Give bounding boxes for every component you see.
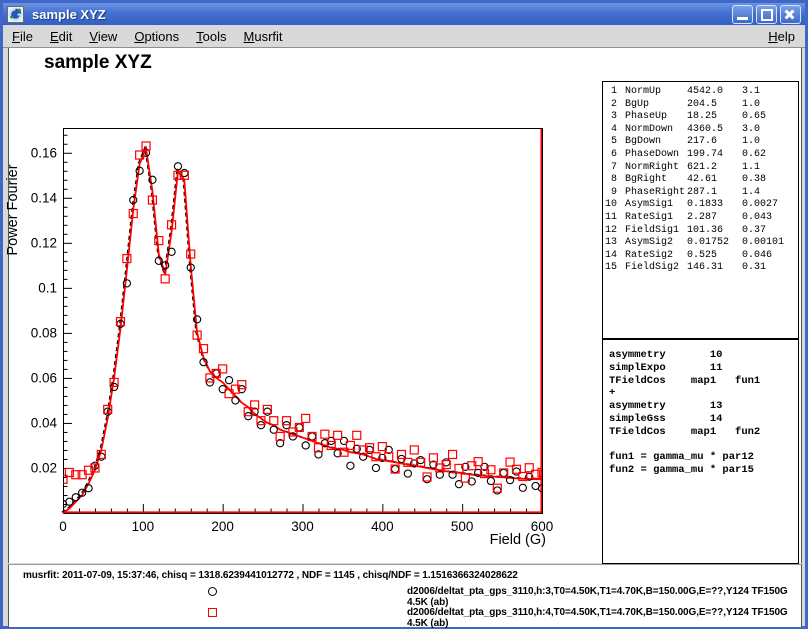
maximize-icon: [761, 9, 773, 21]
title-bar[interactable]: sample XYZ: [3, 3, 805, 25]
param-row-BgDown: 5BgDown217.61.0: [603, 136, 798, 149]
param-row-RateSig2: 14RateSig20.5250.046: [603, 250, 798, 263]
param-row-PhaseUp: 3PhaseUp18.250.65: [603, 111, 798, 124]
menu-item-help[interactable]: Help: [768, 29, 795, 44]
window-title: sample XYZ: [32, 7, 106, 22]
menu-item-options[interactable]: Options: [134, 29, 179, 44]
theory-line: simpleGss 14: [609, 413, 798, 426]
param-row-PhaseRight: 9PhaseRight287.11.4: [603, 187, 798, 200]
param-row-FieldSig2: 15FieldSig2146.310.31: [603, 262, 798, 275]
close-button[interactable]: [780, 5, 801, 24]
legend-square-icon: [208, 608, 217, 617]
theory-line: fun2 = gamma_mu * par15: [609, 464, 798, 477]
status-line: musrfit: 2011-07-09, 15:37:46, chisq = 1…: [23, 570, 518, 581]
param-row-NormDown: 4NormDown4360.53.0: [603, 124, 798, 137]
minimize-icon: [737, 17, 748, 20]
menu-items: File Edit View Options Tools Musrfit: [3, 29, 283, 44]
theory-lines: asymmetry 10simplExpo 11TFieldCos map1 f…: [603, 340, 798, 477]
theory-line: +: [609, 387, 798, 400]
theory-line: asymmetry 10: [609, 349, 798, 362]
menu-item-file[interactable]: File: [12, 29, 33, 44]
menu-item-tools[interactable]: Tools: [196, 29, 226, 44]
legend-label: d2006/deltat_pta_gps_3110,h:4,T0=4.50K,T…: [407, 607, 801, 629]
menu-item-view[interactable]: View: [89, 29, 117, 44]
theory-line: [609, 439, 798, 452]
legend-label: d2006/deltat_pta_gps_3110,h:3,T0=4.50K,T…: [407, 586, 801, 608]
theory-line: simplExpo 11: [609, 362, 798, 375]
menu-bar: File Edit View Options Tools Musrfit Help: [3, 25, 805, 48]
param-row-AsymSig2: 13AsymSig20.017520.00101: [603, 237, 798, 250]
plot-title: sample XYZ: [44, 52, 152, 74]
parameter-panel: 1NormUp4542.03.12BgUp204.51.03PhaseUp18.…: [602, 81, 799, 339]
footer-panel: musrfit: 2011-07-09, 15:37:46, chisq = 1…: [8, 564, 802, 627]
menu-item-edit[interactable]: Edit: [50, 29, 72, 44]
theory-line: asymmetry 13: [609, 400, 798, 413]
param-row-BgUp: 2BgUp204.51.0: [603, 99, 798, 112]
theory-line: fun1 = gamma_mu * par12: [609, 451, 798, 464]
theory-panel: asymmetry 10simplExpo 11TFieldCos map1 f…: [602, 339, 799, 564]
musrfit-window: sample XYZ File Edit View Options Tools Musrf…: [0, 0, 808, 629]
maximize-button[interactable]: [756, 5, 777, 24]
menu-item-musrfit[interactable]: Musrfit: [244, 29, 283, 44]
param-row-FieldSig1: 12FieldSig1101.360.37: [603, 225, 798, 238]
parameter-rows: 1NormUp4542.03.12BgUp204.51.03PhaseUp18.…: [603, 82, 798, 275]
theory-line: TFieldCos map1 fun1: [609, 375, 798, 388]
minimize-button[interactable]: [732, 5, 753, 24]
param-row-NormRight: 7NormRight621.21.1: [603, 162, 798, 175]
param-row-PhaseDown: 6PhaseDown199.740.62: [603, 149, 798, 162]
legend-row: d2006/deltat_pta_gps_3110,h:4,T0=4.50K,T…: [9, 606, 801, 620]
app-icon: [7, 6, 24, 23]
param-row-NormUp: 1NormUp4542.03.1: [603, 86, 798, 99]
legend-row: d2006/deltat_pta_gps_3110,h:3,T0=4.50K,T…: [9, 585, 801, 599]
param-row-BgRight: 8BgRight42.610.38: [603, 174, 798, 187]
theory-line: TFieldCos map1 fun2: [609, 426, 798, 439]
legend-circle-icon: [208, 587, 217, 596]
param-row-RateSig1: 11RateSig12.2870.043: [603, 212, 798, 225]
param-row-AsymSig1: 10AsymSig10.18330.0027: [603, 199, 798, 212]
